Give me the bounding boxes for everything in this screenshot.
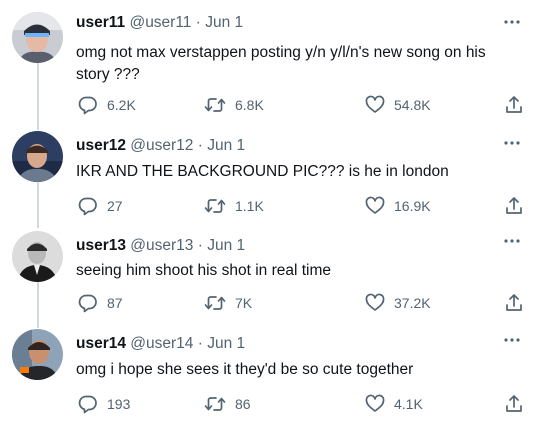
- reply-button[interactable]: 6.2K: [78, 94, 136, 116]
- tweet-date[interactable]: Jun 1: [207, 137, 245, 154]
- tweet-text: seeing him shoot his shot in real time: [76, 260, 331, 282]
- reply-icon: [78, 197, 97, 216]
- user-handle[interactable]: @user11: [129, 14, 191, 31]
- reply-button[interactable]: 87: [78, 292, 123, 314]
- user-handle[interactable]: @user13: [130, 237, 193, 254]
- like-icon: [365, 196, 385, 214]
- share-icon: [506, 96, 522, 113]
- retweet-button[interactable]: 6.8K: [204, 94, 264, 116]
- more-icon[interactable]: [502, 137, 522, 149]
- separator: ·: [197, 237, 203, 254]
- retweet-icon: [204, 397, 226, 411]
- reply-count: 193: [107, 396, 131, 412]
- retweet-button[interactable]: 86: [204, 393, 251, 415]
- separator: ·: [195, 14, 201, 31]
- tweet-header: user12 @user12 · Jun 1: [76, 136, 245, 156]
- tweet-text-line: seeing him shoot his shot in real time: [76, 262, 332, 279]
- tweet[interactable]: user12 @user12 · Jun 1 IKR AND THE BACKG…: [0, 125, 540, 225]
- reply-count: 87: [107, 295, 123, 311]
- avatar[interactable]: [12, 231, 63, 282]
- like-button[interactable]: 37.2K: [365, 292, 431, 314]
- tweet-text: IKR AND THE BACKGROUND PIC??? is he in l…: [76, 161, 449, 183]
- retweet-icon: [204, 296, 226, 310]
- like-count: 16.9K: [394, 198, 431, 214]
- like-button[interactable]: 54.8K: [365, 94, 431, 116]
- avatar[interactable]: [12, 131, 63, 182]
- like-count: 37.2K: [394, 295, 431, 311]
- reply-thread: user11 @user11 · Jun 1 omg not max verst…: [0, 0, 540, 425]
- share-icon: [506, 197, 522, 214]
- retweet-count: 1.1K: [235, 198, 264, 214]
- more-icon[interactable]: [502, 235, 522, 247]
- user-handle[interactable]: @user14: [130, 335, 193, 352]
- retweet-count: 7K: [235, 295, 253, 311]
- tweet-text: omg not max verstappen posting y/n y/l/n…: [76, 42, 486, 86]
- tweet-actions: 27 1.1K 16.9K: [76, 195, 528, 217]
- share-icon: [506, 294, 522, 311]
- reply-count: 6.2K: [107, 97, 136, 113]
- avatar[interactable]: [12, 12, 63, 63]
- reply-icon: [78, 395, 97, 414]
- like-count: 4.1K: [394, 396, 423, 412]
- more-icon[interactable]: [502, 334, 522, 346]
- retweet-icon: [204, 199, 226, 213]
- share-button[interactable]: [504, 94, 524, 116]
- tweet-text-line: omg i hope she sees it they'd be so cute…: [76, 361, 414, 378]
- reply-count: 27: [107, 198, 123, 214]
- more-icon[interactable]: [502, 16, 522, 28]
- tweet-date[interactable]: Jun 1: [205, 14, 243, 31]
- display-name[interactable]: user12: [76, 137, 126, 154]
- retweet-button[interactable]: 7K: [204, 292, 252, 314]
- like-button[interactable]: 4.1K: [365, 393, 423, 415]
- tweet-actions: 6.2K 6.8K 54.8K: [76, 94, 528, 116]
- like-icon: [365, 394, 385, 412]
- share-button[interactable]: [504, 393, 524, 415]
- reply-button[interactable]: 193: [78, 393, 130, 415]
- retweet-count: 6.8K: [235, 97, 264, 113]
- share-icon: [506, 395, 522, 412]
- like-icon: [365, 293, 385, 311]
- separator: ·: [197, 335, 203, 352]
- reply-icon: [78, 294, 97, 313]
- retweet-button[interactable]: 1.1K: [204, 195, 264, 217]
- tweet-text-line: IKR AND THE BACKGROUND PIC??? is he in l…: [76, 163, 449, 180]
- reply-button[interactable]: 27: [78, 195, 123, 217]
- tweet[interactable]: user14 @user14 · Jun 1 omg i hope she se…: [0, 323, 540, 425]
- like-icon: [365, 95, 385, 113]
- like-count: 54.8K: [394, 97, 431, 113]
- display-name[interactable]: user13: [76, 237, 126, 254]
- tweet-date[interactable]: Jun 1: [207, 237, 245, 254]
- avatar[interactable]: [12, 329, 63, 380]
- tweet-header: user11 @user11 · Jun 1: [76, 13, 243, 33]
- retweet-icon: [204, 98, 226, 112]
- tweet[interactable]: user11 @user11 · Jun 1 omg not max verst…: [0, 0, 540, 125]
- share-button[interactable]: [504, 292, 524, 314]
- tweet-header: user14 @user14 · Jun 1: [76, 334, 245, 354]
- tweet-date[interactable]: Jun 1: [207, 335, 245, 352]
- tweet-text-line: omg not max verstappen posting y/n y/l/n…: [76, 44, 486, 61]
- tweet[interactable]: user13 @user13 · Jun 1 seeing him shoot …: [0, 225, 540, 323]
- tweet-text-line: story ???: [76, 66, 140, 83]
- user-handle[interactable]: @user12: [130, 137, 193, 154]
- display-name[interactable]: user11: [76, 14, 125, 31]
- tweet-text: omg i hope she sees it they'd be so cute…: [76, 359, 413, 381]
- tweet-actions: 193 86 4.1K: [76, 393, 528, 415]
- like-button[interactable]: 16.9K: [365, 195, 431, 217]
- reply-icon: [78, 96, 97, 115]
- separator: ·: [197, 137, 203, 154]
- retweet-count: 86: [235, 396, 251, 412]
- display-name[interactable]: user14: [76, 335, 126, 352]
- tweet-header: user13 @user13 · Jun 1: [76, 236, 245, 256]
- share-button[interactable]: [504, 195, 524, 217]
- tweet-actions: 87 7K 37.2K: [76, 292, 528, 314]
